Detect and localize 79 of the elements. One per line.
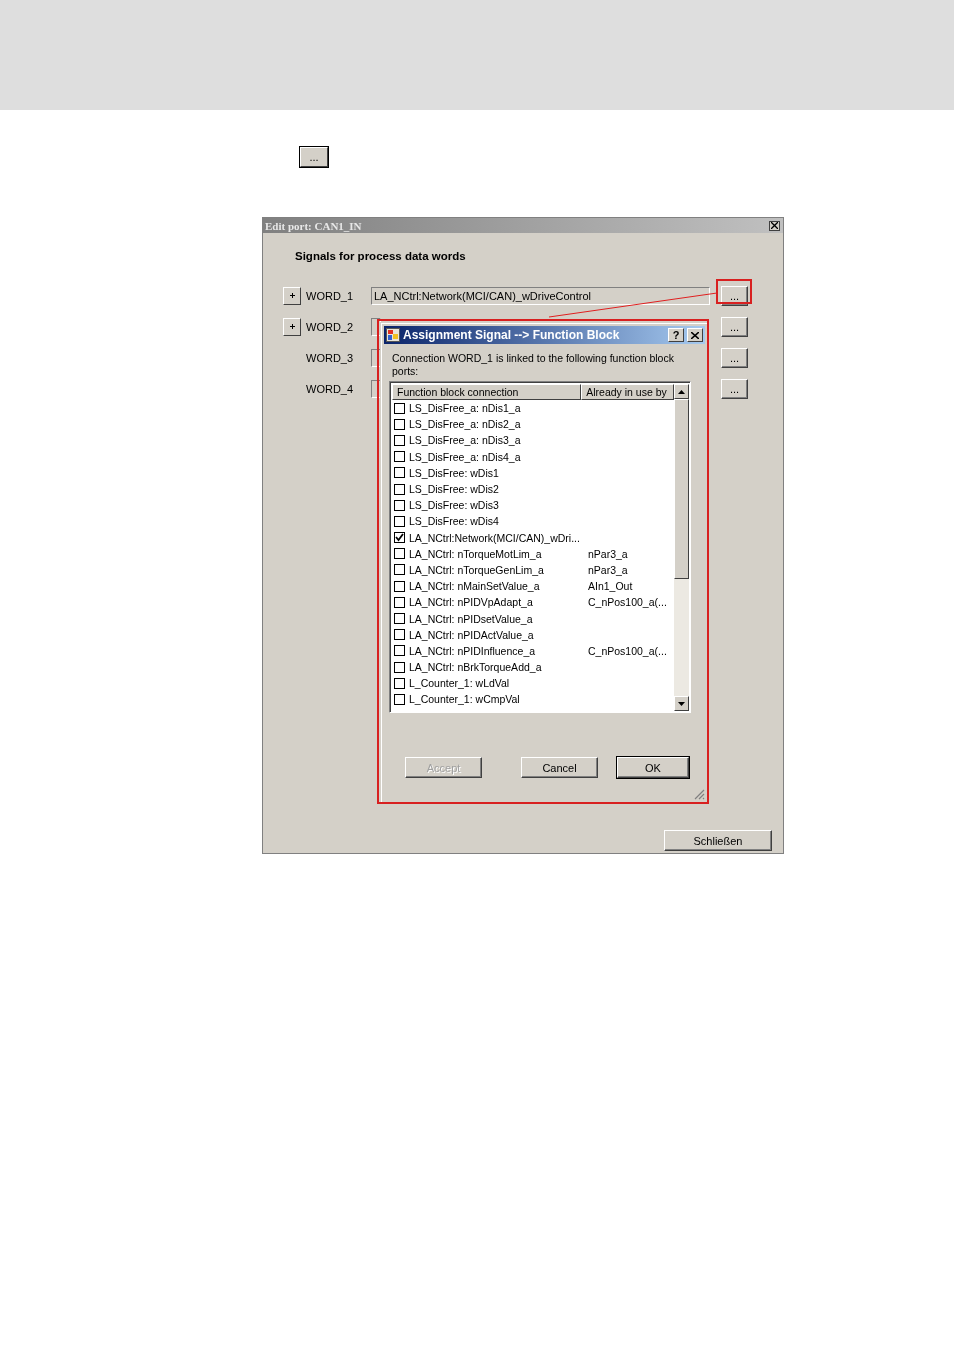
section-heading: Signals for process data words	[295, 250, 467, 264]
browse-button[interactable]: ...	[721, 378, 748, 399]
port-name: LA_NCtrl: nTorqueMotLim_a	[409, 547, 543, 560]
checkbox[interactable]	[394, 613, 405, 625]
scrollbar[interactable]	[674, 384, 689, 711]
scroll-down-button[interactable]	[674, 696, 689, 711]
checkbox[interactable]	[394, 645, 405, 657]
signal-field[interactable]: LA_NCtrl:Network(MCI/CAN)_wDriveControl	[371, 286, 710, 305]
used-by-text: nPar3_a	[588, 547, 628, 560]
port-name: LS_DisFree: wDis4	[409, 515, 500, 528]
port-name: LA_NCtrl: nTorqueGenLim_a	[409, 563, 545, 576]
port-name: LS_DisFree_a: nDis1_a	[409, 402, 522, 415]
checkbox[interactable]	[394, 402, 405, 414]
checkbox[interactable]	[394, 499, 405, 511]
port-name: LA_NCtrl: nPIDActValue_a	[409, 628, 535, 641]
close-button[interactable]	[769, 220, 780, 231]
dialog-title: Assignment Signal --> Function Block	[403, 328, 621, 342]
checkbox[interactable]	[394, 677, 405, 689]
port-name: LS_DisFree_a: nDis2_a	[409, 418, 522, 431]
message-text: Connection WORD_1 is linked to the following function block ports:	[392, 352, 675, 378]
port-name: LS_DisFree: wDis1	[409, 466, 500, 479]
checkbox[interactable]	[394, 418, 405, 430]
resize-grip-icon[interactable]	[693, 788, 705, 800]
port-name: LS_DisFree: wDis3	[409, 499, 500, 512]
help-button[interactable]: ?	[668, 328, 684, 342]
expand-button[interactable]	[283, 317, 301, 336]
checkbox[interactable]	[394, 483, 405, 495]
used-by-text: AIn1_Out	[588, 580, 633, 593]
dialog-button[interactable]: OK	[617, 757, 689, 778]
port-name: L_Counter_1: wCmpVal	[409, 693, 521, 706]
checkbox[interactable]	[394, 629, 405, 641]
browse-button[interactable]: ...	[721, 316, 748, 337]
port-name: L_Counter_1: wLdVal	[409, 677, 511, 690]
used-by-text: C_nPos100_a(...	[588, 596, 667, 609]
checkbox[interactable]	[394, 467, 405, 479]
ellipsis-button[interactable]: ...	[300, 147, 328, 167]
up-arrow-icon	[678, 389, 685, 394]
used-by-text: C_nPos100_a(...	[588, 644, 667, 657]
word-label: WORD_2	[306, 320, 355, 333]
port-name: LA_NCtrl: nPIDsetValue_a	[409, 612, 534, 625]
port-name: LA_NCtrl:Network(MCI/CAN)_wDri...	[409, 531, 581, 544]
highlight-frame	[716, 279, 752, 304]
app-icon	[386, 328, 400, 342]
port-name: LS_DisFree: wDis2	[409, 483, 500, 496]
expand-button[interactable]	[283, 286, 301, 305]
close-icon	[691, 331, 699, 339]
checkbox[interactable]	[394, 596, 405, 608]
browse-button[interactable]: ...	[721, 347, 748, 368]
port-name: LA_NCtrl: nBrkTorqueAdd_a	[409, 661, 543, 674]
window-title: Edit port: CAN1_IN	[265, 219, 362, 232]
used-by-text: nPar3_a	[588, 563, 628, 576]
browse-button[interactable]: ...	[721, 285, 748, 306]
close-button[interactable]: Schließen	[664, 830, 772, 851]
checkbox[interactable]	[394, 548, 405, 560]
checkbox[interactable]	[394, 451, 405, 463]
checkbox[interactable]	[394, 693, 405, 705]
checkbox[interactable]	[394, 661, 405, 673]
checkbox[interactable]	[394, 532, 405, 544]
scroll-thumb[interactable]	[674, 399, 689, 579]
close-icon	[771, 222, 778, 229]
plus-icon	[289, 293, 295, 298]
port-name: LS_DisFree_a: nDis4_a	[409, 450, 522, 463]
column-header[interactable]: Function block connection	[392, 384, 582, 400]
word-label: WORD_3	[306, 351, 355, 364]
port-name: LA_NCtrl: nPIDInfluence_a	[409, 644, 537, 657]
dialog-button[interactable]: Cancel	[521, 757, 598, 778]
checkbox[interactable]	[394, 434, 405, 446]
down-arrow-icon	[678, 701, 685, 706]
port-name: LA_NCtrl: nPIDVpAdapt_a	[409, 596, 534, 609]
scroll-up-button[interactable]	[674, 384, 689, 399]
port-name: LA_NCtrl: nMainSetValue_a	[409, 580, 541, 593]
plus-icon	[289, 324, 295, 329]
column-header[interactable]: Already in use by	[581, 384, 674, 400]
checkbox[interactable]	[394, 580, 405, 592]
port-name: LS_DisFree_a: nDis3_a	[409, 434, 522, 447]
checkbox[interactable]	[394, 564, 405, 576]
word-label: WORD_4	[306, 382, 355, 395]
checkbox[interactable]	[394, 515, 405, 527]
word-label: WORD_1	[306, 289, 355, 302]
